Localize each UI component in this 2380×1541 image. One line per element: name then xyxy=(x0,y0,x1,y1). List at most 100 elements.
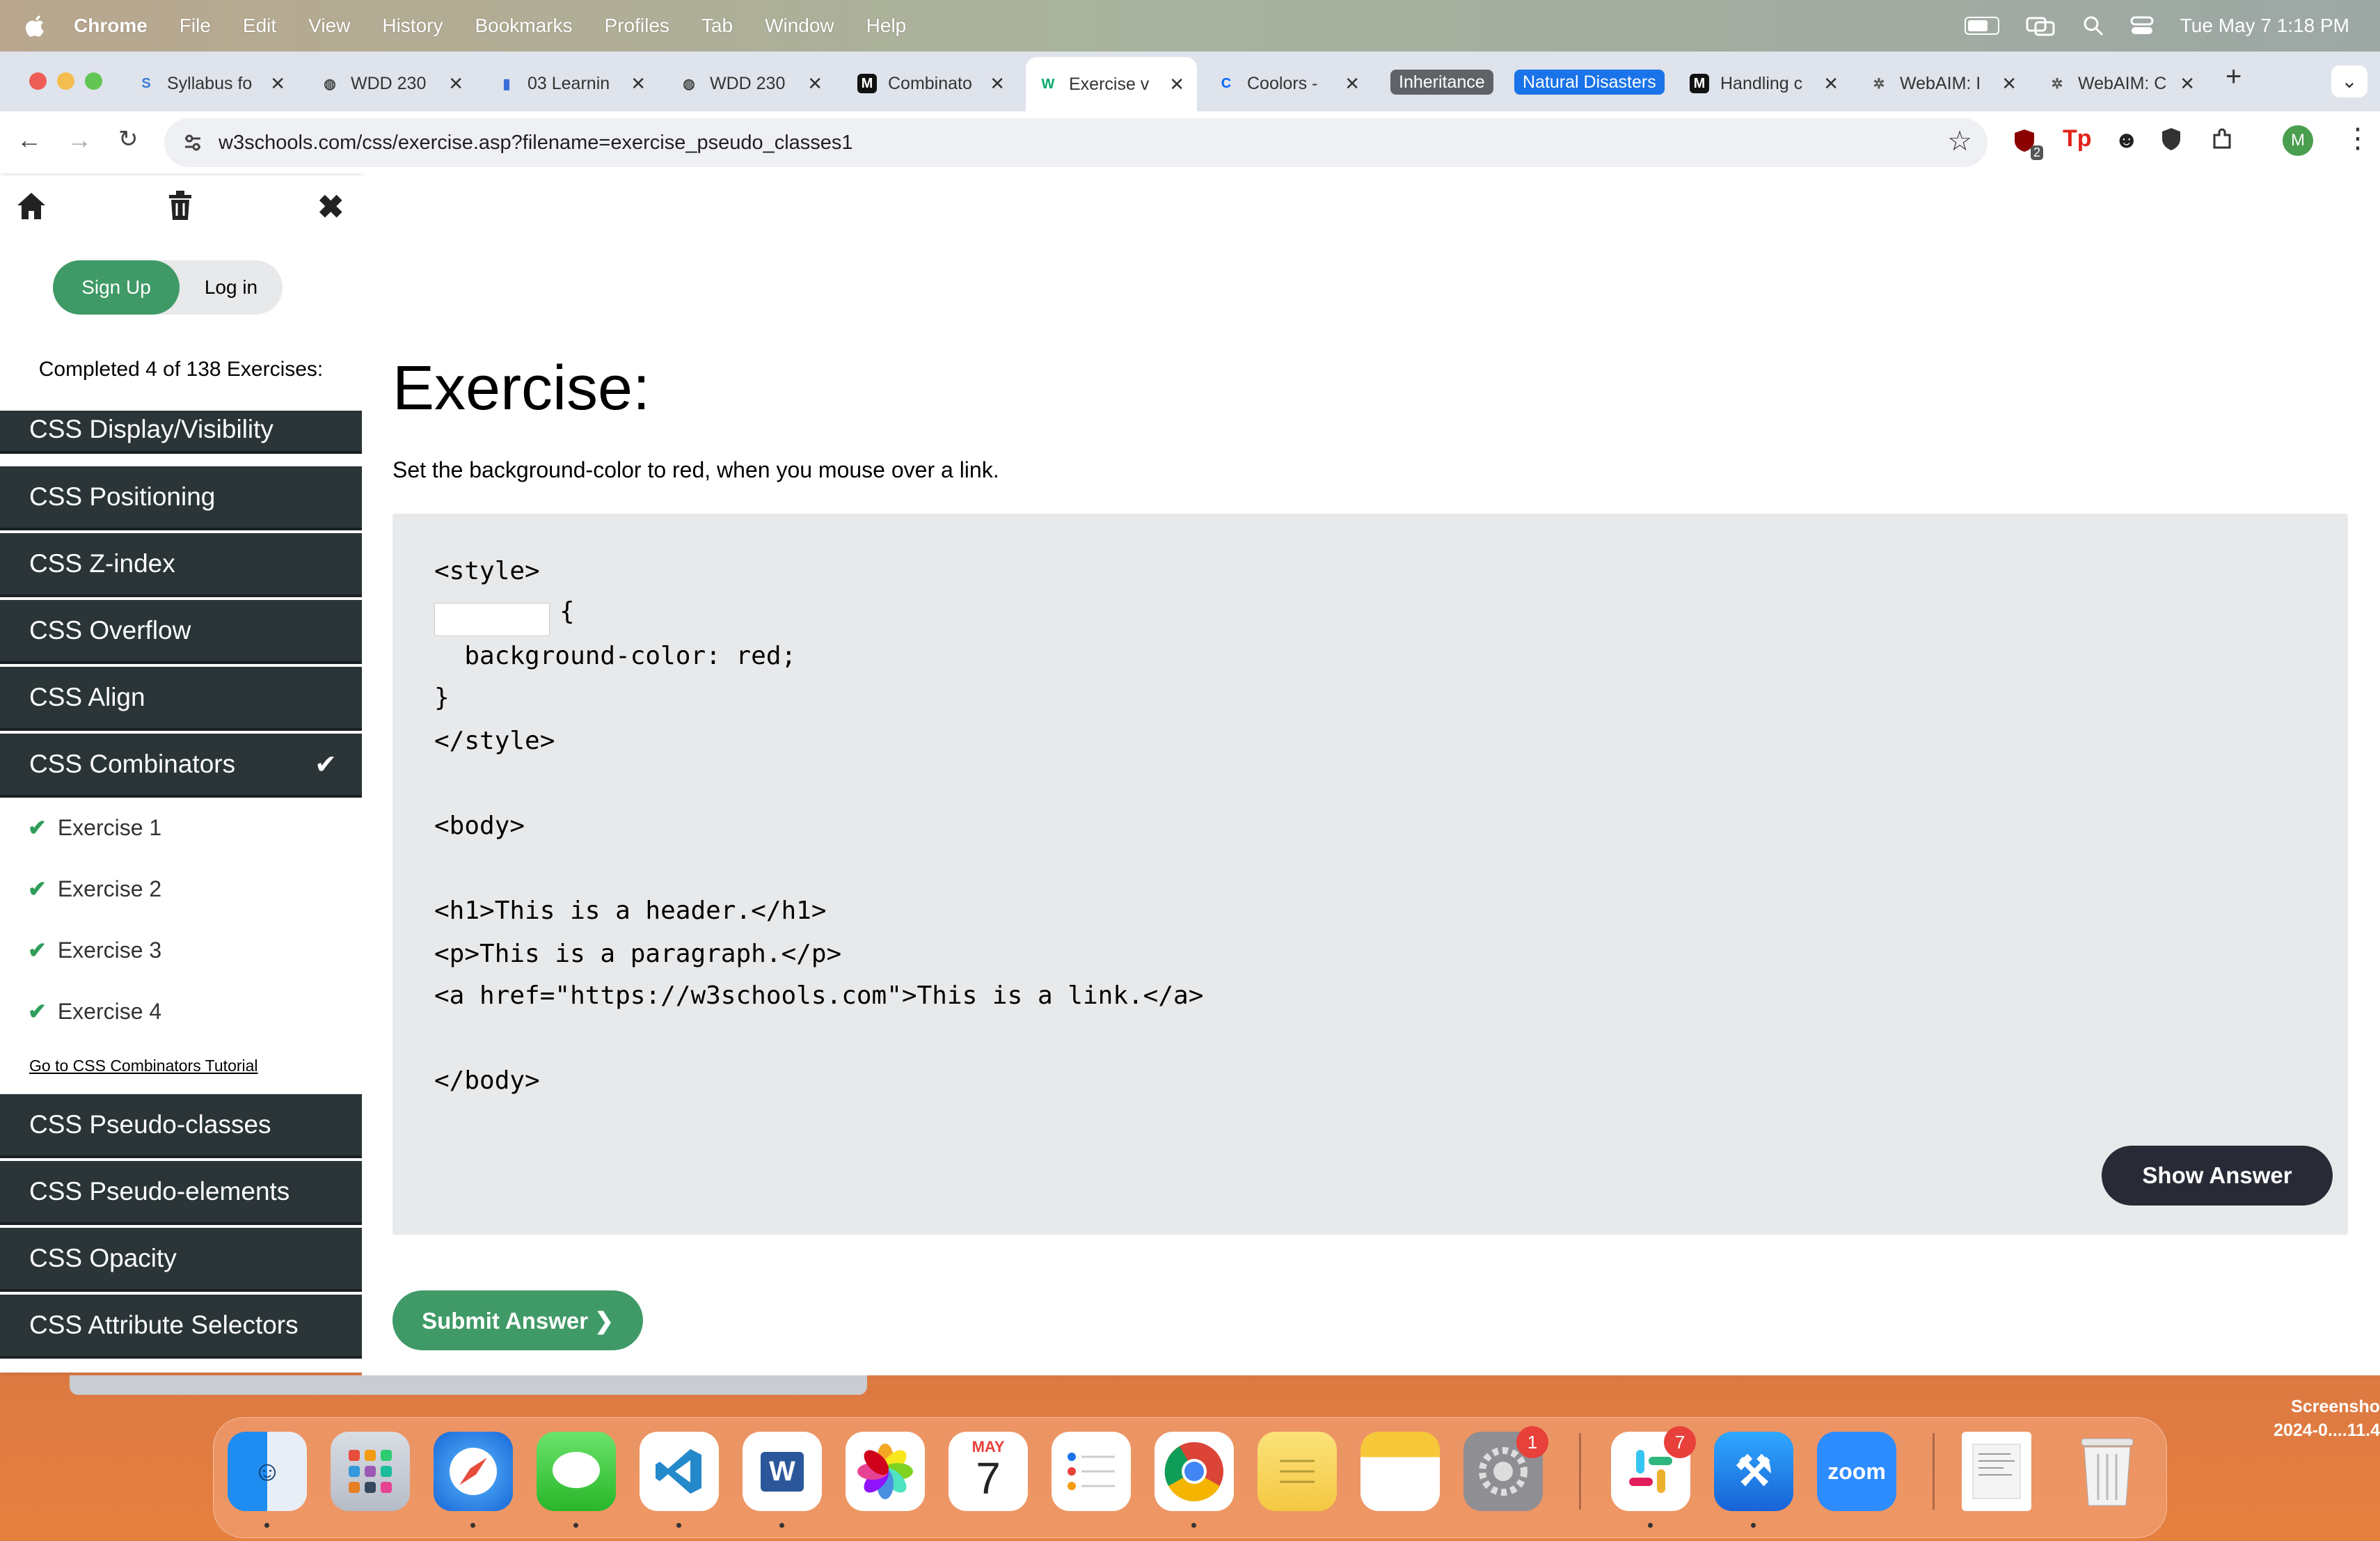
trash-icon[interactable] xyxy=(167,189,193,221)
photos-icon[interactable] xyxy=(846,1432,925,1511)
system-settings-icon[interactable]: 1 xyxy=(1463,1426,1548,1511)
tab-combinators[interactable]: M Combinato ✕ xyxy=(857,61,1005,106)
tab-close-icon[interactable]: ✕ xyxy=(1344,73,1360,95)
extension-ublock-icon[interactable]: 2 xyxy=(2013,128,2043,160)
menu-help[interactable]: Help xyxy=(866,15,907,37)
menu-profiles[interactable]: Profiles xyxy=(605,15,669,37)
category-attribute-selectors[interactable]: CSS Attribute Selectors xyxy=(0,1295,362,1359)
site-settings-icon[interactable] xyxy=(182,132,203,153)
exercise-item-4[interactable]: ✔ Exercise 4 xyxy=(28,998,161,1025)
menu-file[interactable]: File xyxy=(180,15,211,37)
tab-group-inheritance[interactable]: Inheritance xyxy=(1390,70,1493,95)
chrome-menu-icon[interactable]: ⋮ xyxy=(2344,123,2372,155)
close-sidebar-icon[interactable]: ✖ xyxy=(317,188,344,226)
reminders-icon[interactable] xyxy=(1052,1432,1131,1511)
close-window-button[interactable] xyxy=(29,72,47,90)
tab-wdd230-2[interactable]: ◍ WDD 230 ✕ xyxy=(679,61,823,106)
category-align[interactable]: CSS Align xyxy=(0,667,362,731)
category-display-visibility[interactable]: CSS Display/Visibility xyxy=(0,411,362,454)
tab-close-icon[interactable]: ✕ xyxy=(807,73,823,95)
tab-syllabus[interactable]: S Syllabus fo ✕ xyxy=(136,61,285,106)
tab-close-icon[interactable]: ✕ xyxy=(1823,73,1839,95)
tab-close-icon[interactable]: ✕ xyxy=(1169,74,1184,95)
menu-app-name[interactable]: Chrome xyxy=(74,15,148,37)
category-pseudo-elements[interactable]: CSS Pseudo-elements xyxy=(0,1161,362,1225)
menu-window[interactable]: Window xyxy=(765,15,834,37)
screen-mirroring-icon[interactable] xyxy=(2026,15,2056,36)
tab-wdd230[interactable]: ◍ WDD 230 ✕ xyxy=(320,61,463,106)
signup-button[interactable]: Sign Up xyxy=(53,260,180,315)
show-answer-button[interactable]: Show Answer xyxy=(2102,1146,2333,1206)
tutorial-link[interactable]: Go to CSS Combinators Tutorial xyxy=(29,1057,258,1075)
category-overflow[interactable]: CSS Overflow xyxy=(0,600,362,664)
control-center-icon[interactable] xyxy=(2130,15,2154,36)
tab-handling[interactable]: M Handling c ✕ xyxy=(1690,61,1839,106)
forward-icon[interactable]: → xyxy=(67,125,92,155)
tab-search-icon[interactable]: ⌄ xyxy=(2331,65,2367,97)
recent-document-icon[interactable] xyxy=(1962,1432,2031,1511)
menu-tab[interactable]: Tab xyxy=(701,15,733,37)
desktop-screenshot-file[interactable]: Screensho 2024-0....11.4 xyxy=(2274,1395,2380,1442)
category-combinators[interactable]: CSS Combinators ✔ xyxy=(0,734,362,798)
notes-icon[interactable] xyxy=(1360,1432,1440,1511)
new-tab-icon[interactable]: + xyxy=(2226,61,2242,93)
battery-icon[interactable] xyxy=(1964,17,1999,35)
tab-close-icon[interactable]: ✕ xyxy=(448,73,463,95)
category-positioning[interactable]: CSS Positioning xyxy=(0,466,362,530)
menu-history[interactable]: History xyxy=(382,15,443,37)
menu-edit[interactable]: Edit xyxy=(243,15,276,37)
tab-close-icon[interactable]: ✕ xyxy=(2180,73,2195,95)
tab-webaim-1[interactable]: ✲ WebAIM: I ✕ xyxy=(1869,61,2017,106)
category-pseudo-classes[interactable]: CSS Pseudo-classes xyxy=(0,1094,362,1158)
tab-close-icon[interactable]: ✕ xyxy=(990,73,1005,95)
category-z-index[interactable]: CSS Z-index xyxy=(0,533,362,597)
exercise-item-1[interactable]: ✔ Exercise 1 xyxy=(28,814,161,841)
tab-group-natural-disasters[interactable]: Natural Disasters xyxy=(1514,70,1665,95)
exercise-item-2[interactable]: ✔ Exercise 2 xyxy=(28,876,161,902)
tab-coolors[interactable]: C Coolors - ✕ xyxy=(1216,61,1360,106)
submit-answer-button[interactable]: Submit Answer ❯ xyxy=(392,1290,643,1350)
slack-icon[interactable]: 7 xyxy=(1611,1426,1696,1528)
word-icon[interactable]: W xyxy=(743,1432,822,1528)
chrome-icon[interactable] xyxy=(1155,1432,1234,1528)
back-icon[interactable]: ← xyxy=(17,125,42,155)
stickies-icon[interactable] xyxy=(1258,1432,1337,1511)
category-opacity[interactable]: CSS Opacity xyxy=(0,1228,362,1292)
extension-tp-icon[interactable]: Tp xyxy=(2063,125,2092,152)
reload-icon[interactable]: ↻ xyxy=(118,125,138,153)
tab-close-icon[interactable]: ✕ xyxy=(270,73,285,95)
chart-bars-icon: ▮ xyxy=(502,76,511,92)
extensions-puzzle-icon[interactable] xyxy=(2210,127,2235,152)
url-text[interactable]: w3schools.com/css/exercise.asp?filename=… xyxy=(219,132,853,155)
tab-exercise-active[interactable]: W Exercise v ✕ xyxy=(1026,57,1197,111)
messages-icon[interactable] xyxy=(537,1432,616,1528)
tab-webaim-2[interactable]: ✲ WebAIM: C ✕ xyxy=(2047,61,2195,106)
answer-input[interactable] xyxy=(434,603,550,636)
extension-shield-icon[interactable] xyxy=(2160,127,2182,152)
menu-view[interactable]: View xyxy=(308,15,350,37)
zoom-window-button[interactable] xyxy=(85,72,102,90)
bookmark-star-icon[interactable]: ☆ xyxy=(1947,125,1972,157)
menu-bookmarks[interactable]: Bookmarks xyxy=(475,15,572,37)
finder-icon[interactable]: ☺ xyxy=(228,1432,307,1528)
trash-bin-icon[interactable] xyxy=(2068,1432,2147,1511)
tab-close-icon[interactable]: ✕ xyxy=(630,73,646,95)
launchpad-icon[interactable] xyxy=(331,1432,410,1511)
apple-icon[interactable] xyxy=(25,14,47,38)
menubar-clock[interactable]: Tue May 7 1:18 PM xyxy=(2180,15,2349,37)
xcode-icon[interactable]: ⚒ xyxy=(1714,1432,1793,1528)
safari-icon[interactable] xyxy=(434,1432,513,1528)
calendar-icon[interactable]: MAY 7 xyxy=(949,1432,1028,1511)
profile-avatar[interactable]: M xyxy=(2283,125,2313,156)
zoom-icon[interactable]: zoom xyxy=(1817,1432,1896,1511)
exercise-item-3[interactable]: ✔ Exercise 3 xyxy=(28,937,161,963)
address-bar[interactable]: w3schools.com/css/exercise.asp?filename=… xyxy=(164,118,1988,167)
extension-face-icon[interactable]: ☻ xyxy=(2114,127,2139,154)
spotlight-search-icon[interactable] xyxy=(2083,15,2104,36)
tab-03-learning[interactable]: ▮ 03 Learnin ✕ xyxy=(497,61,646,106)
tab-close-icon[interactable]: ✕ xyxy=(2001,73,2017,95)
login-button[interactable]: Log in xyxy=(180,260,283,315)
minimize-window-button[interactable] xyxy=(57,72,74,90)
vscode-icon[interactable] xyxy=(640,1432,719,1528)
home-icon[interactable] xyxy=(15,191,47,221)
